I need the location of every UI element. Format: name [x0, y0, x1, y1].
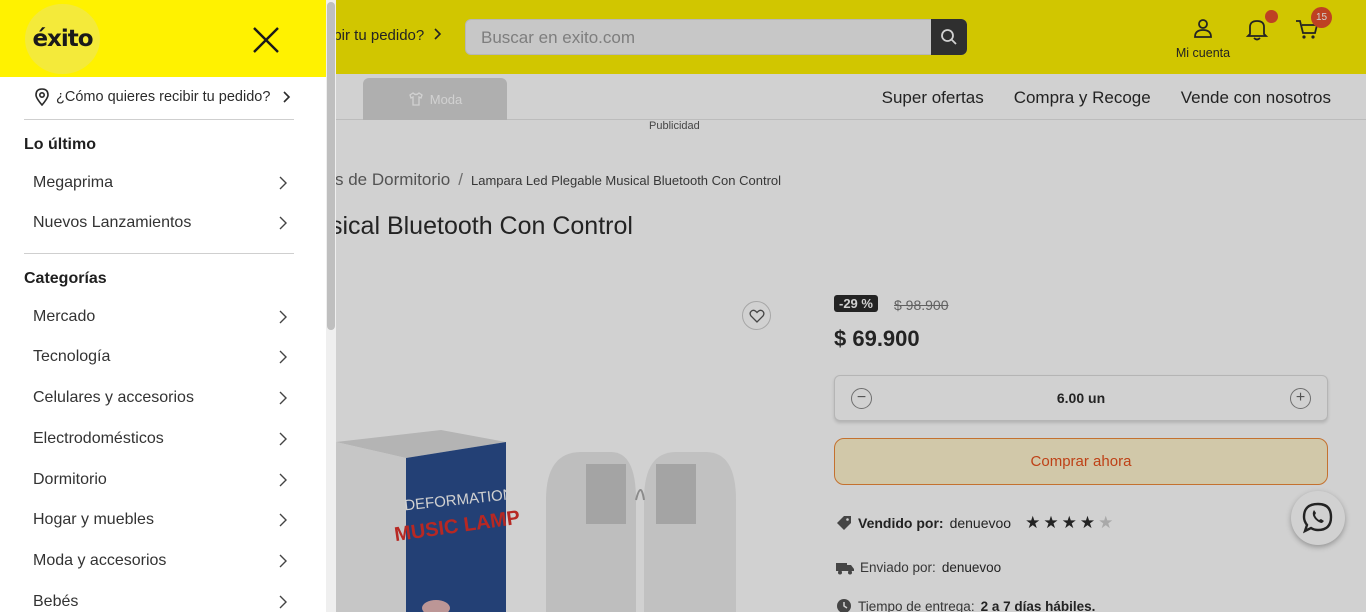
- chevron-right-icon: [279, 176, 287, 190]
- exito-logo[interactable]: éxito: [25, 4, 100, 74]
- chevron-right-icon: [279, 391, 287, 405]
- menu-item-nuevos-lanzamientos[interactable]: Nuevos Lanzamientos: [33, 208, 288, 238]
- divider: [24, 119, 294, 120]
- chevron-right-icon: [279, 350, 287, 364]
- menu-item-label: Electrodomésticos: [33, 430, 164, 447]
- menu-item-moda-accesorios[interactable]: Moda y accesorios: [33, 546, 288, 576]
- menu-item-label: Mercado: [33, 308, 96, 325]
- menu-item-label: Tecnología: [33, 348, 111, 365]
- menu-item-label: Bebés: [33, 593, 79, 610]
- menu-item-label: Celulares y accesorios: [33, 389, 194, 406]
- section-title-lo-ultimo: Lo último: [24, 136, 96, 153]
- section-title-categorias: Categorías: [24, 270, 107, 287]
- chevron-right-icon: [279, 554, 287, 568]
- drawer-scrollbar[interactable]: [326, 0, 336, 612]
- chevron-right-icon: [279, 310, 287, 324]
- close-icon[interactable]: [251, 25, 281, 55]
- chevron-right-icon: [283, 91, 291, 103]
- menu-item-label: Hogar y muebles: [33, 511, 154, 528]
- menu-item-label: Megaprima: [33, 174, 114, 191]
- side-menu-drawer: éxito ¿Cómo quieres recibir tu pedido? L…: [0, 0, 336, 612]
- menu-item-mercado[interactable]: Mercado: [33, 302, 288, 332]
- chevron-right-icon: [279, 513, 287, 527]
- menu-item-label: Moda y accesorios: [33, 552, 167, 569]
- drawer-header: éxito: [0, 0, 326, 77]
- menu-item-tecnologia[interactable]: Tecnología: [33, 342, 288, 372]
- divider: [24, 253, 294, 254]
- chevron-right-icon: [279, 432, 287, 446]
- chevron-right-icon: [279, 595, 287, 609]
- menu-item-celulares[interactable]: Celulares y accesorios: [33, 383, 288, 413]
- menu-item-label: Dormitorio: [33, 471, 107, 488]
- menu-item-megaprima[interactable]: Megaprima: [33, 168, 288, 198]
- logo-text: éxito: [32, 26, 93, 52]
- menu-item-label: Nuevos Lanzamientos: [33, 214, 192, 231]
- location-pin-icon: [35, 88, 49, 106]
- menu-item-hogar-muebles[interactable]: Hogar y muebles: [33, 505, 288, 535]
- menu-item-electrodomesticos[interactable]: Electrodomésticos: [33, 424, 288, 454]
- chevron-right-icon: [279, 473, 287, 487]
- menu-item-dormitorio[interactable]: Dormitorio: [33, 465, 288, 495]
- delivery-prompt-label: ¿Cómo quieres recibir tu pedido?: [56, 89, 271, 105]
- menu-item-bebes[interactable]: Bebés: [33, 587, 288, 612]
- delivery-prompt[interactable]: ¿Cómo quieres recibir tu pedido?: [34, 88, 304, 106]
- chevron-right-icon: [279, 216, 287, 230]
- scrollbar-thumb[interactable]: [327, 2, 335, 330]
